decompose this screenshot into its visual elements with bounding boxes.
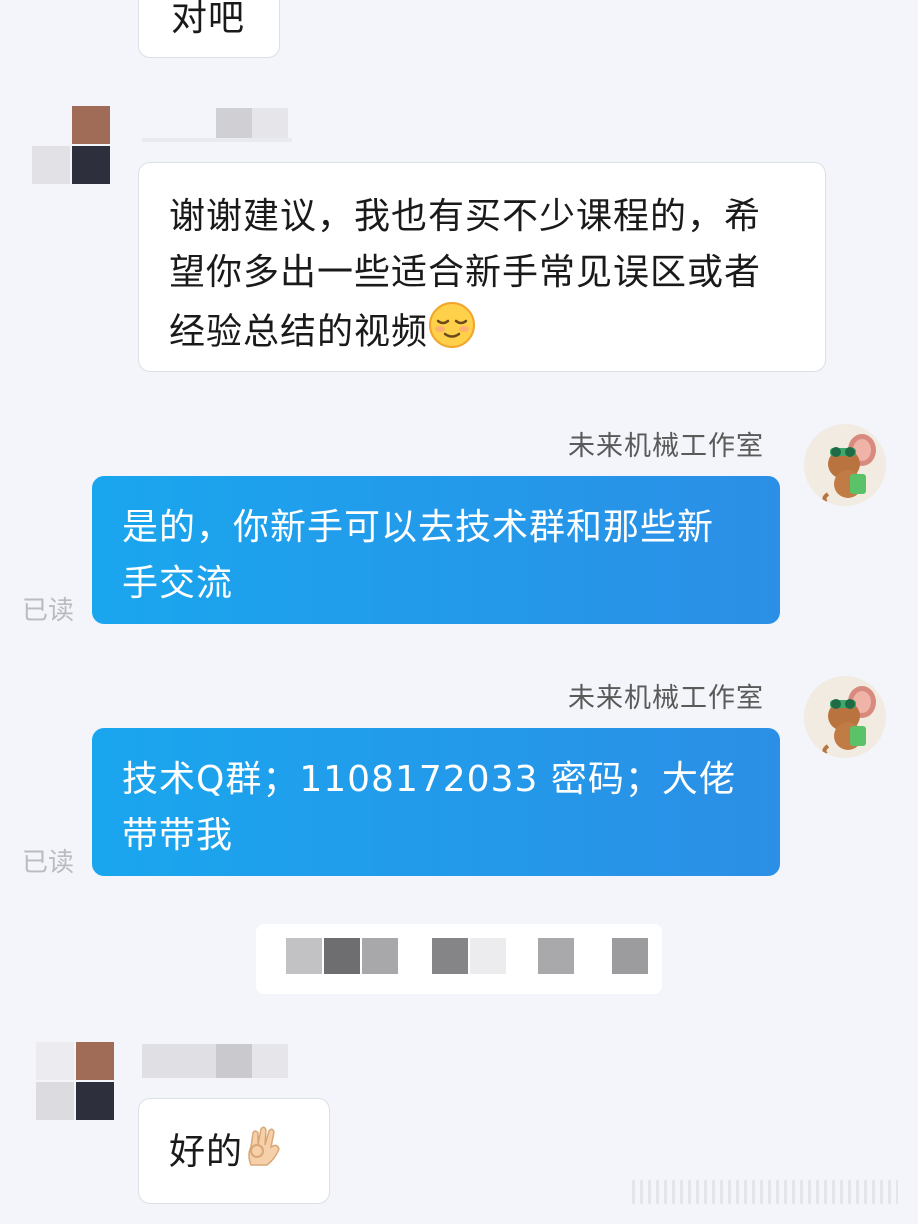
message-bubble-outgoing[interactable]: 是的，你新手可以去技术群和那些新手交流: [92, 476, 780, 624]
relieved-face-emoji-icon: [428, 301, 476, 366]
sender-name: 未来机械工作室: [568, 431, 764, 462]
ok-hand-emoji-icon: [243, 1121, 283, 1186]
sender-name-blurred: [142, 1044, 302, 1078]
avatar[interactable]: [36, 1042, 114, 1120]
message-text: 好的: [169, 1131, 244, 1173]
message-bubble-incoming[interactable]: 好的: [138, 1098, 330, 1204]
message-text: 技术Q群；1108172033 密码；大佬带带我: [122, 759, 736, 856]
sender-name: 未来机械工作室: [568, 683, 764, 714]
watermark: [632, 1180, 898, 1204]
sender-name-blurred: [142, 108, 292, 142]
read-status: 已读: [22, 848, 75, 878]
cartoon-mouse-avatar-icon: [822, 686, 876, 756]
message-bubble-incoming[interactable]: 对吧: [138, 0, 280, 58]
cartoon-mouse-avatar-icon: [822, 434, 876, 504]
message-bubble-incoming[interactable]: 谢谢建议，我也有买不少课程的，希望你多出一些适合新手常见误区或者经验总结的视频: [138, 162, 826, 372]
avatar[interactable]: [32, 106, 110, 184]
message-text: 对吧: [171, 0, 246, 39]
avatar[interactable]: [804, 676, 886, 758]
avatar[interactable]: [804, 424, 886, 506]
message-text: 是的，你新手可以去技术群和那些新手交流: [122, 507, 715, 604]
system-notice-blurred: [256, 924, 662, 994]
message-bubble-outgoing[interactable]: 技术Q群；1108172033 密码；大佬带带我: [92, 728, 780, 876]
read-status: 已读: [22, 596, 75, 626]
